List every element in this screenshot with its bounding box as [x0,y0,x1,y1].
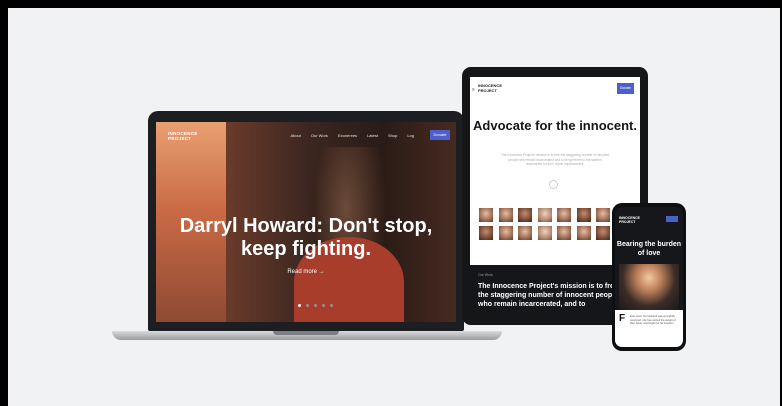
exoneree-photo[interactable] [498,226,513,240]
story-title: Bearing the burden of love [616,241,682,257]
exoneree-grid [479,208,631,240]
read-more-link[interactable]: Read more → [156,269,456,275]
hero-headline: Darryl Howard: Don't stop, keep fighting… [179,215,433,260]
laptop-notch [273,331,339,335]
mission-statement: The Innocence Project's mission is to fr… [478,283,619,308]
nav-item-about[interactable]: About [290,133,300,138]
donate-button[interactable]: Donate [430,130,450,140]
exoneree-photo[interactable] [479,208,493,222]
story-photo [619,264,679,310]
carousel-dots [298,304,333,307]
menu-button[interactable] [666,216,678,222]
carousel-dot[interactable] [330,304,333,307]
exoneree-photo[interactable] [576,208,591,222]
story-excerpt: Ever since her husband was wrongfully co… [630,315,676,325]
nav-item-our-work[interactable]: Our Work [311,133,328,138]
exoneree-photo[interactable] [557,226,571,240]
exoneree-photo[interactable] [537,226,552,240]
exoneree-photo[interactable] [557,208,571,222]
section-label: Our Work [478,273,493,277]
exoneree-photo[interactable] [537,208,552,222]
scroll-down-icon[interactable] [549,180,558,189]
exoneree-photo[interactable] [479,226,493,240]
exoneree-photo[interactable] [498,208,513,222]
dropcap-letter: F [619,313,626,324]
exoneree-photo[interactable] [518,226,532,240]
nav-item-shop[interactable]: Shop [388,133,397,138]
exoneree-photo[interactable] [596,208,610,222]
site-logo[interactable]: INNOCENCE PROJECT [478,83,502,93]
phone-screen: INNOCENCE PROJECT Bearing the burden of … [615,207,683,347]
page-subtitle: The Innocence Project's mission is to fr… [500,153,610,167]
site-nav: About Our Work Exonerees Latest Shop Log [290,133,414,138]
carousel-dot[interactable] [314,304,317,307]
carousel-dot[interactable] [306,304,309,307]
menu-icon[interactable]: ≡ [472,87,476,93]
exoneree-photo[interactable] [518,208,532,222]
exoneree-photo[interactable] [596,226,610,240]
page-title: Advocate for the innocent. [473,118,637,133]
exoneree-photo[interactable] [576,226,591,240]
site-logo[interactable]: INNOCENCE PROJECT [619,216,640,224]
nav-item-latest[interactable]: Latest [367,133,378,138]
carousel-dot[interactable] [322,304,325,307]
carousel-dot[interactable] [298,304,301,307]
story-card[interactable]: F Ever since her husband was wrongfully … [615,310,683,347]
site-logo[interactable]: INNOCENCE PROJECT [168,131,198,141]
nav-item-log[interactable]: Log [407,133,414,138]
nav-item-exonerees[interactable]: Exonerees [338,133,357,138]
donate-button[interactable]: Donate [617,83,634,94]
laptop-screen: INNOCENCE PROJECT About Our Work Exonere… [156,122,456,322]
